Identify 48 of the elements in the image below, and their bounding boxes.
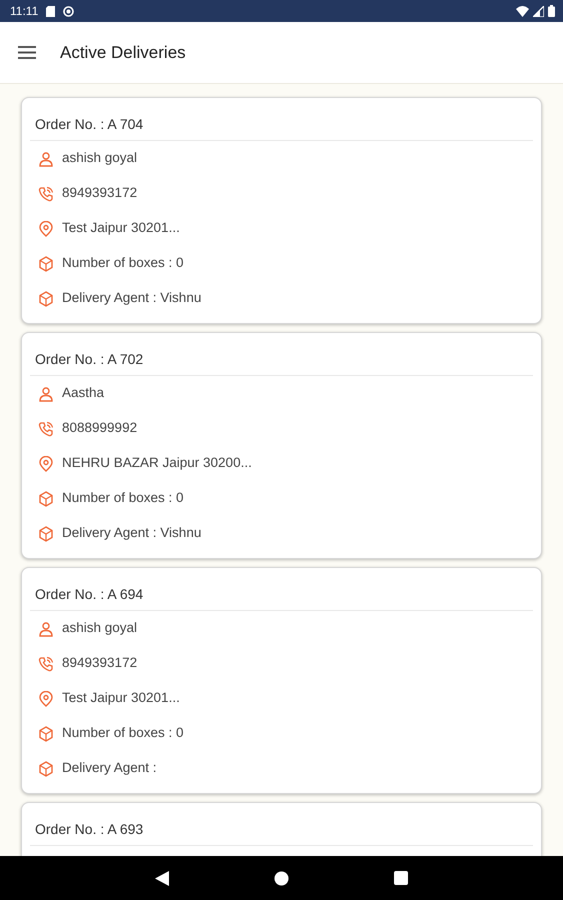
location-pin-icon xyxy=(38,456,54,472)
order-number: Order No. : A 702 xyxy=(35,351,144,367)
order-detail-text: Number of boxes : 0 xyxy=(62,254,184,272)
order-detail-text: 8949393172 xyxy=(62,654,138,672)
order-number: Order No. : A 694 xyxy=(35,586,144,602)
order-detail-text: Number of boxes : 0 xyxy=(62,489,184,508)
order-detail-text: 8088999992 xyxy=(62,419,138,438)
status-time: 11:11 xyxy=(10,3,38,20)
sd-card-icon xyxy=(46,6,56,16)
order-detail-text: 8949393172 xyxy=(62,184,138,202)
battery-icon xyxy=(548,5,555,17)
order-card[interactable]: Order No. : A 702 Aastha 8088999992 NEHRU BAZAR Jaipur 30200... Number of boxes : 0 Delivery Agent : Vishnu xyxy=(21,332,542,559)
box-icon xyxy=(38,256,54,272)
order-card[interactable]: Order No. : A 694 ashish goyal 8949393172 Test Jaipur 30201... Number of boxes : 0 Delivery Agent : xyxy=(21,567,542,794)
box-icon xyxy=(38,760,54,776)
box-icon xyxy=(38,290,54,306)
order-detail-text: Test Jaipur 30201... xyxy=(62,689,180,708)
order-number: Order No. : A 693 xyxy=(35,821,144,837)
screen-title: Active Deliveries xyxy=(60,42,186,64)
box-icon xyxy=(38,526,54,542)
phone-icon xyxy=(38,656,54,672)
order-detail-text: Delivery Agent : xyxy=(62,759,157,778)
order-detail-text: Test Jaipur 30201... xyxy=(62,219,180,238)
phone-icon xyxy=(38,186,54,202)
box-icon xyxy=(38,726,54,742)
order-card[interactable]: Order No. : A 693 xyxy=(21,802,542,856)
location-pin-icon xyxy=(38,690,54,706)
home-icon[interactable] xyxy=(274,870,289,886)
phone-icon xyxy=(38,420,54,436)
order-detail-text: NEHRU BAZAR Jaipur 30200... xyxy=(62,454,252,472)
order-number: Order No. : A 704 xyxy=(35,116,144,132)
sync-icon xyxy=(63,6,74,16)
menu-icon[interactable] xyxy=(18,46,36,59)
order-detail-text: ashish goyal xyxy=(62,619,138,638)
order-detail-text: Delivery Agent : Vishnu xyxy=(62,289,202,308)
order-card[interactable]: Order No. : A 704 ashish goyal 8949393172 Test Jaipur 30201... Number of boxes : 0 Delivery Agent : Vishnu xyxy=(21,97,542,324)
person-icon xyxy=(38,620,54,636)
signal-icon xyxy=(533,6,544,16)
person-icon xyxy=(38,386,54,402)
location-pin-icon xyxy=(38,220,54,236)
order-detail-text: ashish goyal xyxy=(62,149,138,168)
order-detail-text: Delivery Agent : Vishnu xyxy=(62,524,202,542)
wifi-icon xyxy=(516,6,529,16)
person-icon xyxy=(38,150,54,166)
order-detail-text: Aastha xyxy=(62,384,104,402)
box-icon xyxy=(38,490,54,506)
back-icon[interactable] xyxy=(155,870,169,886)
order-detail-text: Number of boxes : 0 xyxy=(62,724,184,742)
